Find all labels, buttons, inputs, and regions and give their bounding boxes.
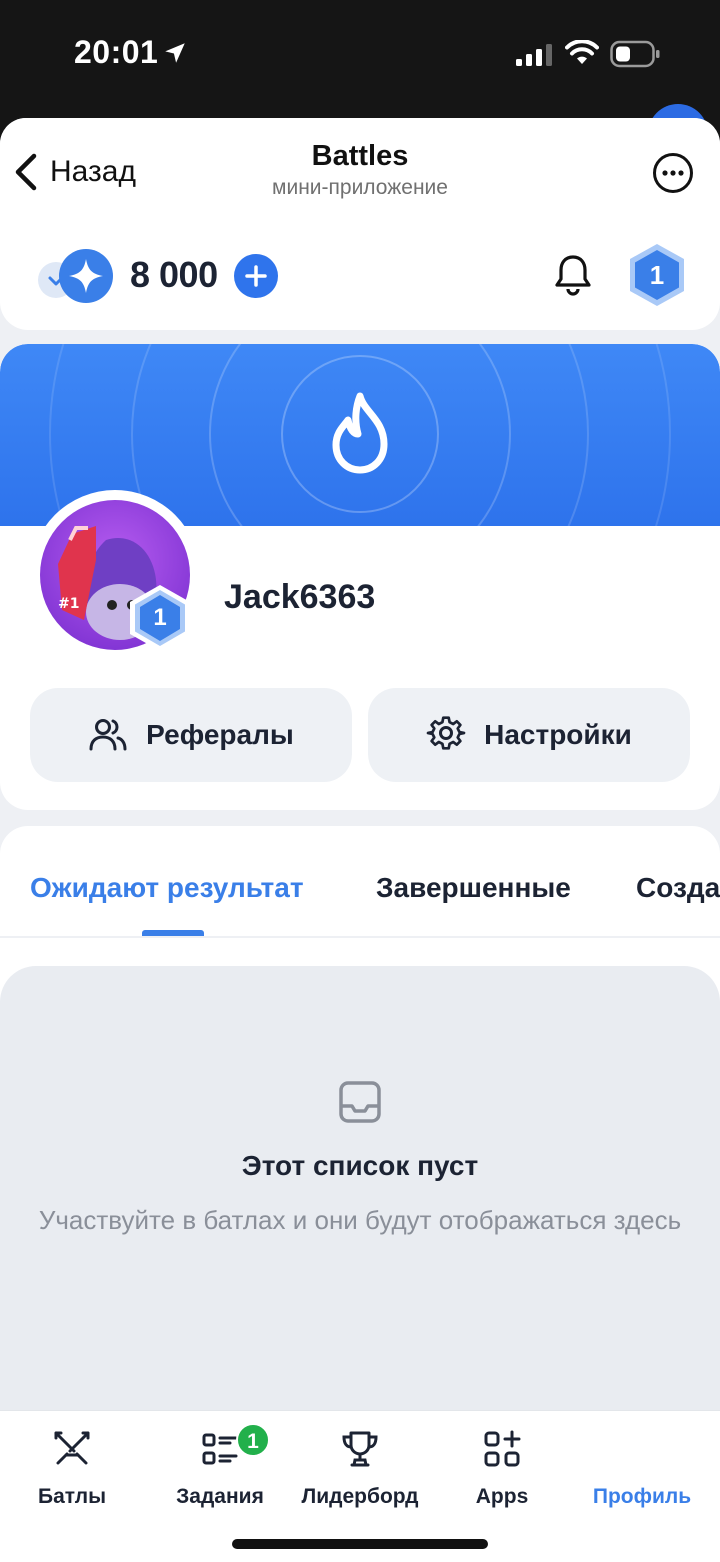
tabbar-label-profile: Профиль xyxy=(592,1485,692,1508)
gear-icon xyxy=(426,716,466,750)
referrals-button[interactable]: Рефералы xyxy=(30,688,352,782)
navbar: Назад Battles мини-приложение xyxy=(0,118,720,214)
plus-icon xyxy=(245,265,267,287)
swords-icon xyxy=(54,1431,90,1465)
settings-button[interactable]: Настройки xyxy=(368,688,690,782)
apps-grid-icon xyxy=(484,1430,521,1467)
add-balance-button[interactable] xyxy=(234,254,278,298)
balance-value: 8 000 xyxy=(130,254,218,295)
page-title: Battles xyxy=(311,140,409,172)
level-number: 1 xyxy=(649,260,665,290)
settings-label: Настройки xyxy=(484,719,632,750)
bell-icon[interactable] xyxy=(552,252,594,298)
tabbar-label-battles: Батлы xyxy=(37,1485,107,1508)
tabbar-label-leaderboard: Лидерборд xyxy=(301,1485,419,1508)
status-bar: 20:01 xyxy=(0,0,720,144)
referrals-label: Рефералы xyxy=(146,719,294,750)
tab-divider xyxy=(0,936,720,938)
avatar-level-badge: 1 xyxy=(128,584,192,652)
flame-icon xyxy=(332,392,388,474)
tabbar-label-apps: Apps xyxy=(475,1485,529,1508)
signal-icon xyxy=(516,44,552,66)
trophy-icon xyxy=(342,1431,378,1467)
home-indicator xyxy=(232,1539,488,1549)
inbox-icon xyxy=(339,1081,381,1123)
tabbar-item-profile[interactable]: Профиль xyxy=(570,1411,714,1521)
status-time: 20:01 xyxy=(74,34,159,70)
tabbar-label-tasks: Задания xyxy=(176,1485,264,1508)
empty-state-subtitle: Участвуйте в батлах и они будут отобража… xyxy=(38,1205,682,1235)
balance-bar: 8 000 1 xyxy=(0,214,720,330)
svg-text:#1: #1 xyxy=(58,596,79,612)
more-dots-icon[interactable] xyxy=(652,152,694,194)
empty-state-title: Этот список пуст xyxy=(241,1150,479,1181)
tasks-list-icon xyxy=(202,1433,238,1465)
tabbar-item-battles[interactable]: Батлы xyxy=(0,1411,144,1521)
tasks-badge: 1 xyxy=(236,1423,270,1457)
mini-app-sheet: Назад Battles мини-приложение 8 000 1 #1… xyxy=(0,118,720,1562)
balance-selector[interactable] xyxy=(38,248,118,303)
profile-card: #1 1 Jack6363 Рефералы Настройки xyxy=(0,344,720,810)
avatar-level-number: 1 xyxy=(153,604,167,631)
tabbar-item-apps[interactable]: Apps xyxy=(430,1411,574,1521)
tab-completed[interactable]: Завершенные xyxy=(376,872,571,904)
location-arrow-icon xyxy=(165,43,185,63)
avatar-icon xyxy=(620,1427,664,1471)
tab-created[interactable]: Созда xyxy=(636,872,720,904)
username: Jack6363 xyxy=(224,578,376,616)
tabbar-item-tasks[interactable]: 1 Задания xyxy=(148,1411,292,1521)
level-badge[interactable]: 1 xyxy=(626,242,688,308)
tabbar-item-leaderboard[interactable]: Лидерборд xyxy=(288,1411,432,1521)
bottom-tab-bar: Батлы 1 Задания Лидерборд Apps Профиль xyxy=(0,1410,720,1562)
wifi-icon xyxy=(565,40,599,64)
tab-pending[interactable]: Ожидают результат xyxy=(30,872,304,904)
users-icon xyxy=(89,719,127,751)
star-coin-icon xyxy=(59,249,113,303)
battery-icon xyxy=(610,40,660,68)
page-subtitle: мини-приложение xyxy=(272,176,448,199)
